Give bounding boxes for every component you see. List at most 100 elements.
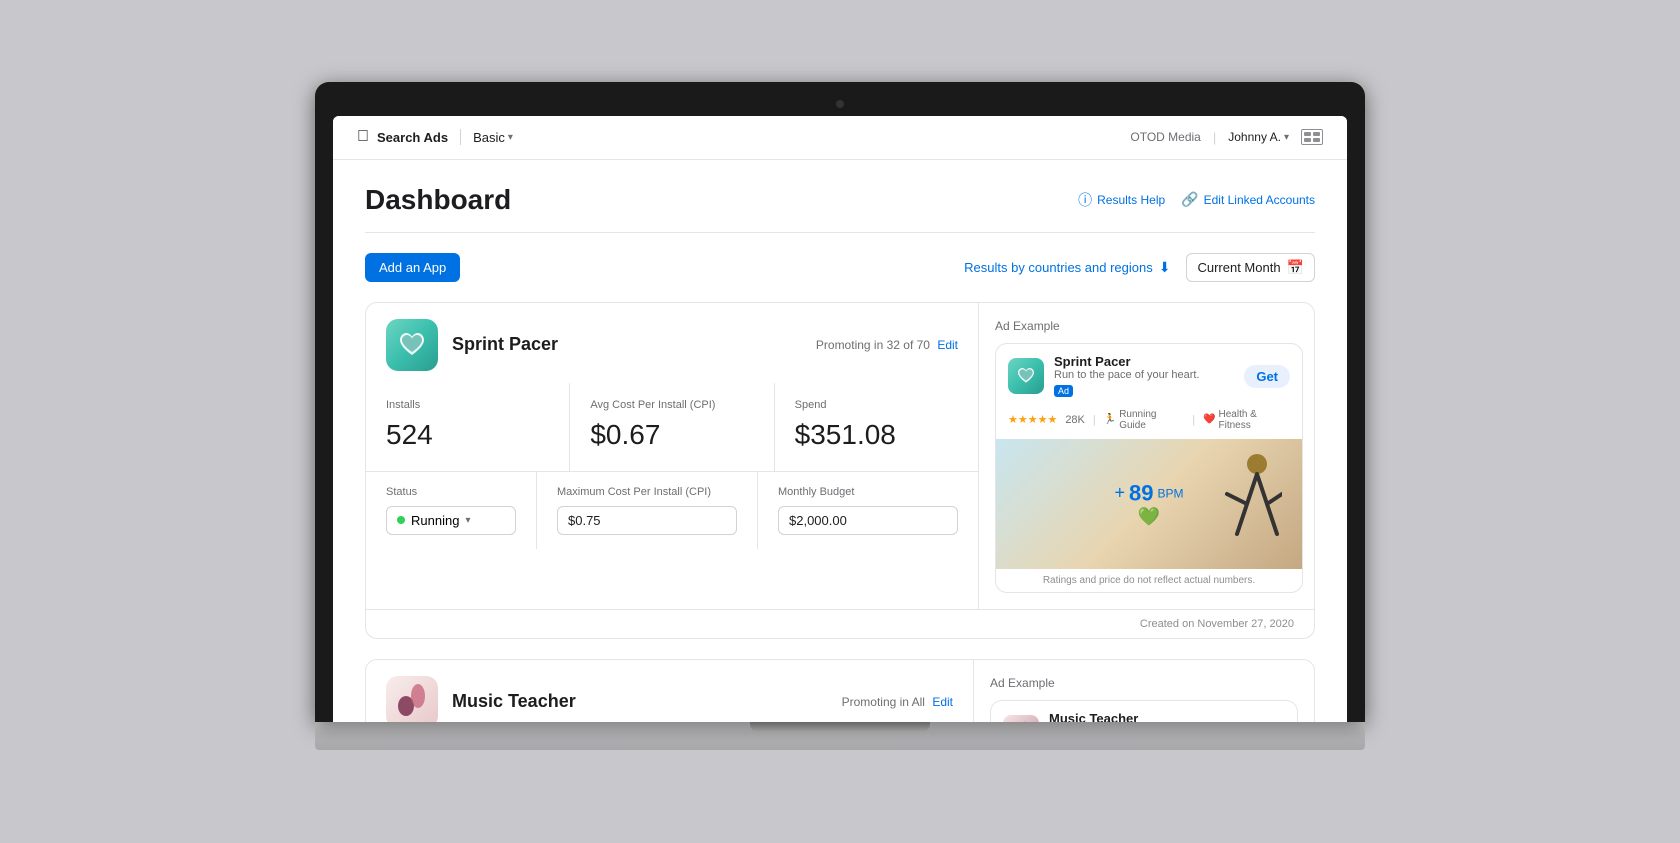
date-filter-dropdown[interactable]: Current Month 📅: [1186, 253, 1315, 282]
monthly-budget-label: Monthly Budget: [778, 486, 958, 498]
ad-rating-count: 28K: [1065, 414, 1085, 426]
created-date: Created on November 27, 2020: [366, 609, 1314, 638]
ad-app-subtitle: Run to the pace of your heart.: [1054, 369, 1234, 381]
music-ad-icon: [1003, 715, 1039, 722]
music-teacher-info: Music Teacher: [386, 676, 576, 722]
heart-bpm-icon: 💚: [1114, 506, 1183, 527]
nav-separator: |: [1213, 130, 1216, 145]
sprint-pacer-stats: Installs 524 Avg Cost Per Install (CPI) …: [366, 383, 978, 472]
heart-svg: [397, 330, 427, 360]
monthly-budget-input[interactable]: [778, 506, 958, 535]
cpi-label: Avg Cost Per Install (CPI): [590, 399, 753, 411]
plan-dropdown[interactable]: Basic ▾: [473, 130, 513, 145]
spend-stat: Spend $351.08: [775, 383, 978, 471]
music-ad-svg: [1011, 719, 1031, 722]
sprint-pacer-info: Sprint Pacer: [386, 319, 558, 371]
ad-tag-2: ❤️ Health & Fitness: [1203, 409, 1290, 431]
person-silhouette: [1202, 449, 1282, 559]
download-icon: ⬇: [1159, 259, 1171, 276]
ad-app-name: Sprint Pacer: [1054, 354, 1131, 369]
ad-rating-row: ★★★★★ 28K | 🏃 Running Guide |: [996, 409, 1302, 439]
ad-heart-icon: [1016, 366, 1036, 386]
status-dropdown[interactable]: Running ▾: [386, 506, 516, 535]
toolbar-right: Results by countries and regions ⬇ Curre…: [964, 253, 1315, 282]
results-help-label: Results Help: [1097, 193, 1165, 207]
nav-right: OTOD Media | Johnny A. ▾: [1130, 129, 1323, 145]
ad-disclaimer: Ratings and price do not reflect actual …: [996, 569, 1302, 592]
nav-left:  Search Ads Basic ▾: [357, 128, 513, 146]
max-cpi-input[interactable]: [557, 506, 737, 535]
top-nav:  Search Ads Basic ▾ OTOD Media | Johnny…: [333, 116, 1347, 160]
spend-label: Spend: [795, 399, 958, 411]
sprint-pacer-ad-example: Ad Example: [979, 303, 1315, 609]
user-dropdown[interactable]: Johnny A. ▾: [1228, 130, 1289, 144]
add-app-button[interactable]: Add an App: [365, 253, 460, 282]
cpi-stat: Avg Cost Per Install (CPI) $0.67: [570, 383, 773, 471]
music-teacher-left: Music Teacher Promoting in All Edit: [366, 660, 974, 722]
apple-logo-icon: : [357, 128, 369, 146]
music-teacher-name: Music Teacher: [452, 691, 576, 712]
user-chevron-icon: ▾: [1284, 132, 1289, 143]
ad-tag-1-label: Running Guide: [1119, 409, 1184, 431]
status-dot-icon: [397, 516, 405, 524]
sprint-pacer-edit-link[interactable]: Edit: [937, 338, 958, 352]
music-teacher-card: Music Teacher Promoting in All Edit: [365, 659, 1315, 722]
music-icon-svg: [396, 681, 428, 722]
ad-get-button[interactable]: Get: [1244, 365, 1290, 388]
installs-stat: Installs 524: [366, 383, 569, 471]
nav-divider: [460, 129, 461, 145]
status-chevron-icon: ▾: [465, 515, 470, 526]
music-teacher-body: Music Teacher Promoting in All Edit: [366, 660, 1314, 722]
results-regions-button[interactable]: Results by countries and regions ⬇: [964, 259, 1170, 276]
ad-badge: Ad: [1054, 385, 1073, 397]
org-label: OTOD Media: [1130, 130, 1200, 144]
sprint-pacer-status: Status Running ▾: [366, 472, 978, 549]
header-divider: [365, 232, 1315, 233]
link-icon: 🔗: [1181, 191, 1198, 208]
sprint-pacer-icon: [386, 319, 438, 371]
ad-image: + 89 BPM 💚: [996, 439, 1302, 569]
installs-value: 524: [386, 419, 549, 451]
page-title: Dashboard: [365, 184, 511, 216]
question-icon: ⓘ: [1078, 190, 1092, 210]
ad-tag-1: 🏃 Running Guide: [1104, 409, 1184, 431]
sprint-pacer-card: Sprint Pacer Promoting in 32 of 70 Edit: [365, 302, 1315, 639]
results-help-button[interactable]: ⓘ Results Help: [1078, 190, 1165, 210]
music-teacher-icon: [386, 676, 438, 722]
main-content: Dashboard ⓘ Results Help 🔗 Edit Linked A…: [333, 160, 1347, 722]
music-ad-example-label: Ad Example: [990, 676, 1298, 690]
status-value: Running: [411, 513, 459, 528]
page-header: Dashboard ⓘ Results Help 🔗 Edit Linked A…: [365, 184, 1315, 216]
sprint-pacer-body: Sprint Pacer Promoting in 32 of 70 Edit: [366, 303, 1314, 609]
monthly-budget-cell: Monthly Budget: [758, 472, 978, 549]
sprint-pacer-promoting: Promoting in 32 of 70 Edit: [816, 338, 958, 352]
sprint-pacer-ad-preview: Sprint Pacer Run to the pace of your hea…: [995, 343, 1303, 593]
calendar-icon: 📅: [1287, 259, 1304, 276]
music-ad-info: Music Teacher Learn string instruments. …: [1049, 711, 1229, 722]
laptop-notch: [750, 722, 930, 732]
edit-linked-accounts-button[interactable]: 🔗 Edit Linked Accounts: [1181, 191, 1315, 208]
ad-stars: ★★★★★: [1008, 413, 1057, 426]
max-cpi-label: Maximum Cost Per Install (CPI): [557, 486, 737, 498]
ad-app-info: Sprint Pacer Run to the pace of your hea…: [1054, 354, 1234, 399]
laptop-base: [315, 722, 1365, 750]
music-teacher-ad-preview: Music Teacher Learn string instruments. …: [990, 700, 1298, 722]
spend-value: $351.08: [795, 419, 958, 451]
music-teacher-ad-example: Ad Example: [974, 660, 1314, 722]
date-filter-label: Current Month: [1197, 260, 1280, 275]
laptop-camera: [836, 100, 844, 108]
cpi-value: $0.67: [590, 419, 753, 451]
ad-preview-icon: [1008, 358, 1044, 394]
status-label: Status: [386, 486, 516, 498]
user-label: Johnny A.: [1228, 130, 1281, 144]
music-teacher-edit-link[interactable]: Edit: [932, 695, 953, 709]
plan-label: Basic: [473, 130, 505, 145]
header-actions: ⓘ Results Help 🔗 Edit Linked Accounts: [1078, 190, 1315, 210]
max-cpi-cell: Maximum Cost Per Install (CPI): [537, 472, 757, 549]
music-ad-name: Music Teacher: [1049, 711, 1138, 722]
search-ads-label: Search Ads: [377, 130, 448, 145]
sprint-pacer-name: Sprint Pacer: [452, 334, 558, 355]
bpm-value: + 89 BPM: [1114, 480, 1183, 506]
layout-toggle-icon[interactable]: [1301, 129, 1323, 145]
bpm-display: + 89 BPM 💚: [1114, 480, 1183, 527]
